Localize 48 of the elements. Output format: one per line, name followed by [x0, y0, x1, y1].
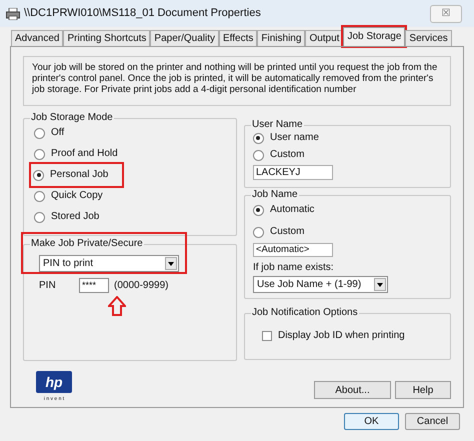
- dialog-button[interactable]: Cancel: [405, 413, 460, 430]
- dialog-button[interactable]: Help: [395, 381, 451, 399]
- radio-button[interactable]: [252, 226, 264, 238]
- tab[interactable]: Finishing: [257, 30, 306, 46]
- printer-icon: [6, 8, 20, 20]
- radio-button[interactable]: [34, 212, 45, 222]
- radio-button[interactable]: [252, 204, 264, 216]
- radio-button[interactable]: [34, 190, 45, 202]
- user-name-field[interactable]: LACKEYJ: [252, 165, 333, 180]
- description-text: Your job will be stored on the printer and nothing will be printed until you request the job from the printer's control panel. Once the job is printed, it will be automatically removed from the printer's job storage. For Private print jobs add a 4-digit personal identification number: [32, 62, 438, 95]
- window-title: \\DC1PRWI010\MS118_01 Document Properties: [24, 6, 261, 22]
- tab[interactable]: Output: [305, 30, 344, 46]
- tab[interactable]: Advanced: [11, 30, 64, 46]
- dialog-button[interactable]: About...: [314, 381, 391, 399]
- radio-label: Personal Job: [50, 170, 108, 180]
- job-name-field[interactable]: <Automatic>: [252, 243, 333, 257]
- radio-label: Stored Job: [51, 212, 100, 222]
- radio-button[interactable]: [34, 128, 45, 138]
- group-title: Job Notification Options: [250, 307, 359, 319]
- radio-label: Custom: [270, 227, 304, 237]
- close-button[interactable]: ☒: [430, 4, 462, 22]
- pin-range: (0000-9999): [114, 279, 168, 293]
- tab[interactable]: Job Storage: [343, 27, 406, 46]
- radio-label: Off: [51, 128, 64, 138]
- radio-button[interactable]: [252, 150, 264, 160]
- radio-label: User name: [270, 133, 319, 143]
- checkbox[interactable]: [262, 330, 272, 340]
- exists-label: If job name exists:: [252, 262, 335, 274]
- pin-label: PIN: [39, 279, 57, 293]
- radio-label: Quick Copy: [51, 191, 103, 201]
- radio-label: Proof and Hold: [51, 149, 118, 159]
- group-title: Job Storage Mode: [30, 112, 114, 124]
- tab[interactable]: Paper/Quality: [150, 30, 220, 46]
- arrow-up-icon: [108, 296, 126, 316]
- radio-button[interactable]: [33, 170, 44, 180]
- radio-button[interactable]: [34, 148, 45, 160]
- radio-button[interactable]: [252, 132, 264, 144]
- tab[interactable]: Services: [405, 30, 452, 46]
- checkbox-label: Display Job ID when printing: [278, 329, 405, 343]
- pin-field[interactable]: ****: [79, 278, 109, 293]
- exists-dropdown[interactable]: Use Job Name + (1-99): [252, 276, 388, 293]
- tab[interactable]: Effects: [219, 30, 258, 46]
- logo-mark: hp: [36, 371, 72, 393]
- radio-label: Automatic: [270, 205, 314, 215]
- pin-dropdown[interactable]: PIN to print: [39, 255, 179, 272]
- tab[interactable]: Printing Shortcuts: [63, 30, 150, 46]
- dialog-button[interactable]: OK: [344, 413, 399, 430]
- radio-label: Custom: [270, 150, 304, 160]
